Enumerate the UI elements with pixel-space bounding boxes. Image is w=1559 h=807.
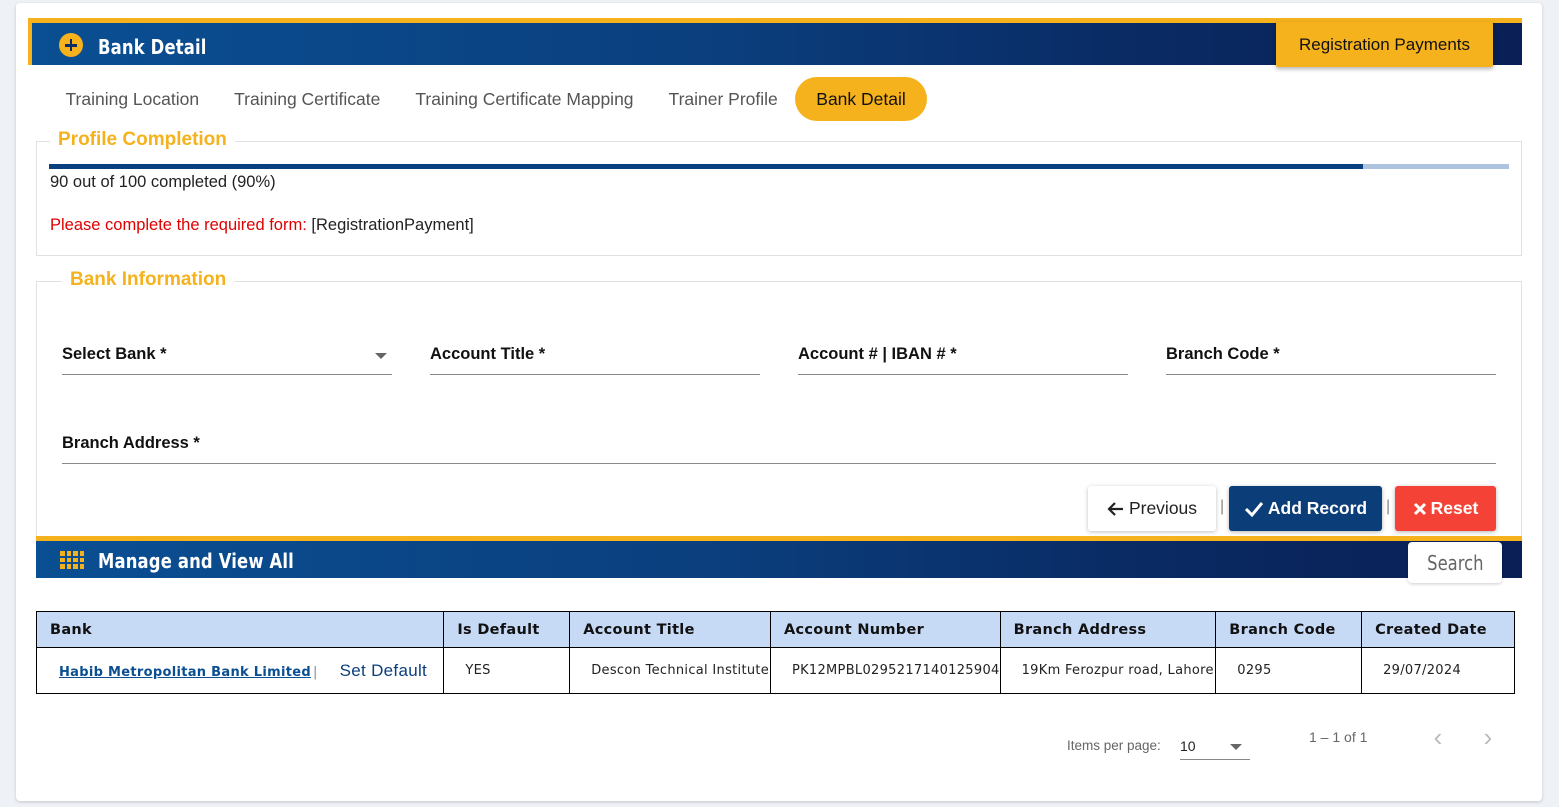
grid-icon [60, 551, 84, 569]
page-title: Bank Detail [98, 35, 207, 59]
dropdown-arrow-icon [375, 353, 387, 359]
profile-progress-bar [49, 164, 1509, 169]
profile-completion-legend: Profile Completion [50, 129, 235, 151]
tab-training-location[interactable]: Training Location [48, 77, 217, 121]
link-separator: | [312, 664, 318, 680]
column-header-account-title[interactable]: Account Title [569, 611, 771, 648]
cell-branch-code: 0295 [1215, 647, 1363, 694]
items-per-page-select[interactable]: 10 [1180, 734, 1250, 760]
search-label: Search [1426, 550, 1484, 575]
account-title-label: Account Title * [430, 345, 546, 363]
reset-button[interactable]: Reset [1395, 486, 1496, 531]
tab-trainer-profile[interactable]: Trainer Profile [651, 77, 795, 121]
tab-bank-detail[interactable]: Bank Detail [795, 77, 927, 121]
branch-address-label: Branch Address * [62, 434, 200, 452]
tab-training-certificate-mapping[interactable]: Training Certificate Mapping [398, 77, 651, 121]
bank-information-legend: Bank Information [62, 269, 235, 291]
profile-completion-section: Profile Completion [36, 129, 1522, 256]
cell-account-title: Descon Technical Institute [569, 647, 771, 694]
set-default-link[interactable]: Set Default [340, 661, 427, 680]
items-per-page-value: 10 [1180, 738, 1196, 754]
column-header-account-number[interactable]: Account Number [769, 611, 1001, 648]
close-icon [1413, 502, 1426, 515]
account-iban-label: Account # | IBAN # * [798, 345, 957, 363]
select-bank-dropdown[interactable]: Select Bank * [62, 337, 392, 375]
dropdown-arrow-icon [1230, 744, 1242, 750]
branch-code-field[interactable]: Branch Code * [1166, 337, 1496, 375]
column-header-is-default[interactable]: Is Default [443, 611, 571, 648]
table-row: Habib Metropolitan Bank Limited | Set Defa… [35, 647, 1515, 694]
previous-button[interactable]: Previous [1088, 486, 1216, 531]
account-iban-field[interactable]: Account # | IBAN # * [798, 337, 1128, 375]
cell-created-date: 29/07/2024 [1361, 647, 1515, 694]
column-header-branch-address[interactable]: Branch Address [999, 611, 1217, 648]
separator: | [1220, 498, 1225, 515]
cell-branch-address: 19Km Ferozpur road, Lahore [999, 647, 1217, 694]
chevron-left-icon[interactable]: ‹ [1426, 724, 1450, 750]
progress-text: 90 out of 100 completed (90%) [50, 173, 276, 191]
column-header-bank[interactable]: Bank [35, 611, 445, 648]
table-header-row: Bank Is Default Account Title Account Nu… [35, 611, 1515, 648]
search-button[interactable]: Search [1408, 542, 1502, 583]
registration-payments-button[interactable]: Registration Payments [1276, 22, 1493, 67]
bank-records-table: Bank Is Default Account Title Account Nu… [35, 611, 1515, 694]
plus-circle-icon[interactable] [59, 33, 83, 57]
items-per-page-label: Items per page: [1067, 738, 1161, 753]
cell-account-number: PK12MPBL0295217140125904 [769, 647, 1001, 694]
add-record-label: Add Record [1267, 498, 1368, 518]
bank-name-link[interactable]: Habib Metropolitan Bank Limited [59, 665, 311, 680]
page-range: 1 – 1 of 1 [1309, 729, 1368, 745]
branch-address-field[interactable]: Branch Address * [62, 426, 1496, 464]
tab-training-certificate[interactable]: Training Certificate [217, 77, 398, 121]
profile-progress-fill [49, 164, 1363, 169]
column-header-branch-code[interactable]: Branch Code [1215, 611, 1363, 648]
manage-view-title: Manage and View All [98, 549, 294, 573]
chevron-right-icon[interactable]: › [1476, 724, 1500, 750]
column-header-created-date[interactable]: Created Date [1361, 611, 1515, 648]
reset-label: Reset [1430, 498, 1479, 518]
check-icon [1244, 501, 1264, 517]
select-bank-label: Select Bank * [62, 345, 167, 363]
account-title-field[interactable]: Account Title * [430, 337, 760, 375]
separator: | [1386, 498, 1391, 515]
arrow-left-icon [1107, 501, 1123, 516]
branch-code-label: Branch Code * [1166, 345, 1280, 363]
manage-view-header: Manage and View All [36, 536, 1522, 578]
cell-is-default: YES [443, 647, 571, 694]
cell-bank: Habib Metropolitan Bank Limited | Set Defa… [35, 647, 445, 694]
tab-bar: Training Location Training Certificate T… [48, 77, 927, 121]
required-form-label: Please complete the required form: [50, 216, 307, 234]
previous-label: Previous [1128, 498, 1198, 518]
required-form-message: Please complete the required form: [Regi… [50, 216, 474, 235]
add-record-button[interactable]: Add Record [1229, 486, 1382, 531]
required-form-value: [RegistrationPayment] [311, 216, 474, 234]
